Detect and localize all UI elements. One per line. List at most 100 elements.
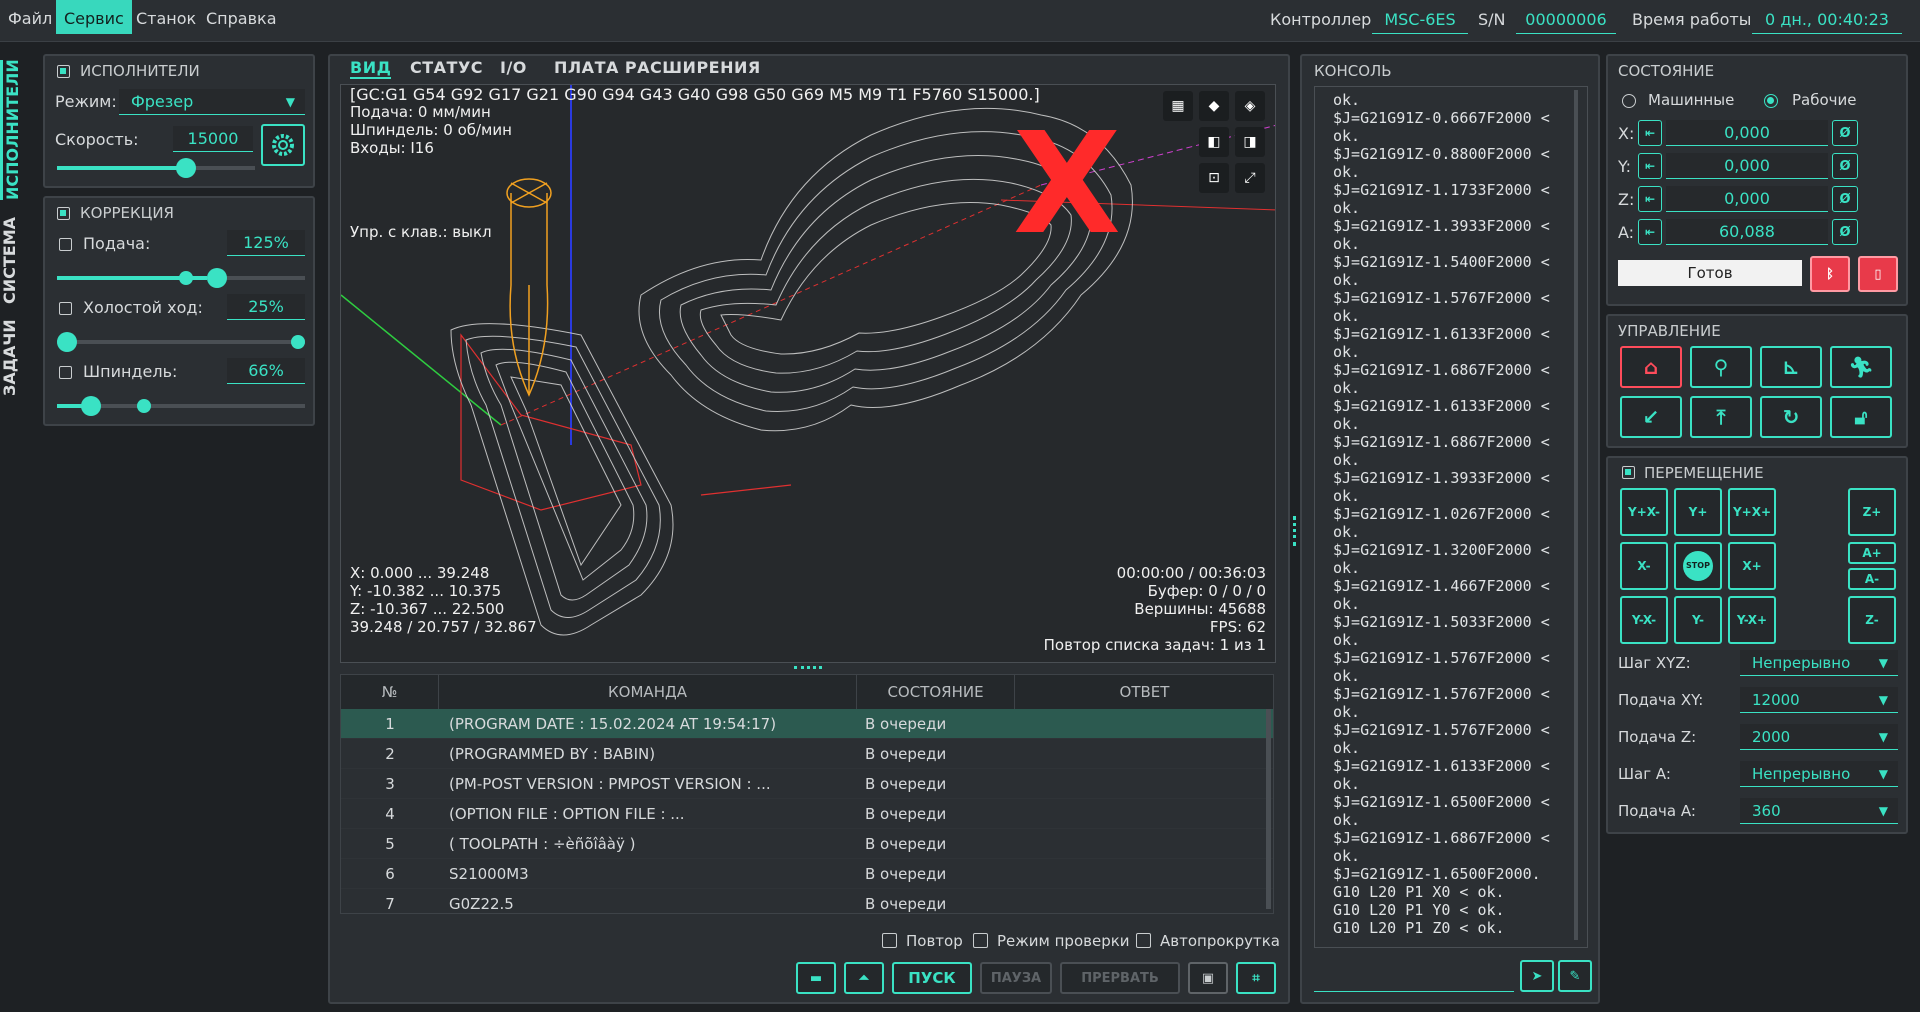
table-row[interactable]: 4 (OPTION FILE : OPTION FILE : ... В очере…: [341, 799, 1273, 829]
menu-service[interactable]: Сервис: [56, 0, 132, 34]
col-number[interactable]: №: [341, 675, 439, 709]
spindle-input[interactable]: 66%: [227, 358, 305, 384]
feed-input[interactable]: 125%: [227, 230, 305, 256]
autoscroll-checkbox[interactable]: [1136, 933, 1151, 948]
jog-x-minus[interactable]: X-: [1620, 542, 1668, 590]
upload-button[interactable]: ⏶: [844, 962, 884, 994]
axis-zero-button[interactable]: Ø: [1832, 153, 1858, 179]
console-scrollbar[interactable]: [1574, 90, 1578, 940]
table-row[interactable]: 3 (PM-POST VERSION : PMPOST VERSION : ...…: [341, 769, 1273, 799]
axis-home-button[interactable]: ⇤: [1638, 120, 1662, 146]
feed-xy-dropdown[interactable]: 12000 ▼: [1740, 687, 1898, 713]
axis-value[interactable]: 0,000: [1666, 153, 1828, 179]
jog-stop-button[interactable]: STOP: [1674, 542, 1722, 590]
cube-top-icon[interactable]: ◆: [1199, 91, 1229, 121]
raise-z-button[interactable]: ⤒: [1690, 396, 1752, 438]
jog-y-minus[interactable]: Y-: [1674, 596, 1722, 644]
jog-y-plus[interactable]: Y+: [1674, 488, 1722, 536]
menu-machine[interactable]: Станок: [128, 0, 204, 34]
axis-zero-button[interactable]: Ø: [1832, 186, 1858, 212]
jog-y-minus-x-minus[interactable]: Y-X-: [1620, 596, 1668, 644]
axis-home-button[interactable]: ⇤: [1638, 186, 1662, 212]
mode-dropdown[interactable]: Фрезер ▼: [119, 89, 305, 115]
col-command[interactable]: КОМАНДА: [439, 675, 857, 709]
speed-settings-button[interactable]: [261, 124, 305, 166]
console-splitter[interactable]: [1293, 516, 1296, 546]
set-zero-button[interactable]: ⊾: [1760, 346, 1822, 388]
send-button[interactable]: ➤: [1520, 960, 1554, 992]
step-xyz-dropdown[interactable]: Непрерывно ▼: [1740, 650, 1898, 676]
check-mode-checkbox[interactable]: [973, 933, 988, 948]
tab-io[interactable]: I/O: [500, 58, 527, 77]
cube-left-icon[interactable]: ◧: [1199, 127, 1229, 157]
jog-y-plus-x-plus[interactable]: Y+X+: [1728, 488, 1776, 536]
step-a-dropdown[interactable]: Непрерывно ▼: [1740, 761, 1898, 787]
cube-right-icon[interactable]: ◨: [1235, 127, 1265, 157]
idle-slider[interactable]: [57, 332, 305, 352]
frame-button[interactable]: ⌗: [1236, 962, 1276, 994]
col-response[interactable]: ОТВЕТ: [1015, 675, 1273, 709]
idle-slider-knob-max[interactable]: [291, 335, 305, 349]
axis-zero-button[interactable]: Ø: [1832, 219, 1858, 245]
executors-checkbox[interactable]: [57, 65, 70, 78]
axis-value[interactable]: 60,088: [1666, 219, 1828, 245]
idle-input[interactable]: 25%: [227, 294, 305, 320]
work-coords-radio[interactable]: [1764, 94, 1778, 108]
side-tab-executors[interactable]: ИСПОЛНИТЕЛИ: [0, 59, 40, 200]
run-button[interactable]: 🏃︎: [1830, 346, 1892, 388]
splitter-handle[interactable]: [794, 666, 822, 669]
unlock-button[interactable]: 🔓︎: [1830, 396, 1892, 438]
table-row[interactable]: 7 G0Z22.5 В очереди: [341, 889, 1273, 913]
axis-home-button[interactable]: ⇤: [1638, 219, 1662, 245]
wallet-button[interactable]: ▣: [1188, 962, 1228, 994]
probe-search-button[interactable]: ⚲: [1690, 346, 1752, 388]
feed-checkbox[interactable]: [59, 238, 72, 251]
jog-z-plus[interactable]: Z+: [1848, 488, 1896, 536]
bluetooth-button[interactable]: ᛒ: [1810, 256, 1850, 292]
jog-y-plus-x-minus[interactable]: Y+X-: [1620, 488, 1668, 536]
speed-slider-knob[interactable]: [175, 158, 196, 178]
start-button[interactable]: ПУСК: [892, 962, 972, 994]
console-input[interactable]: [1314, 962, 1514, 992]
idle-slider-knob[interactable]: [57, 332, 77, 352]
open-file-button[interactable]: ▬: [796, 962, 836, 994]
feed-a-dropdown[interactable]: 360 ▼: [1740, 798, 1898, 824]
jog-a-plus[interactable]: A+: [1848, 542, 1896, 564]
table-row[interactable]: 2 (PROGRAMMED BY : BABIN) В очереди: [341, 739, 1273, 769]
spindle-slider[interactable]: [57, 396, 305, 416]
mobile-button[interactable]: ▯: [1858, 256, 1898, 292]
pause-button[interactable]: ПАУЗА: [980, 962, 1052, 994]
idle-checkbox[interactable]: [59, 302, 72, 315]
feed-slider[interactable]: [57, 268, 305, 288]
feed-slider-knob-min[interactable]: [179, 271, 193, 285]
feed-z-dropdown[interactable]: 2000 ▼: [1740, 724, 1898, 750]
console-log[interactable]: ok. $J=G21G91Z-0.6667F2000 < ok. $J=G21G91Z…: [1314, 86, 1588, 948]
spindle-slider-knob[interactable]: [81, 396, 101, 416]
feed-slider-knob[interactable]: [207, 268, 227, 288]
clear-button[interactable]: ✎: [1558, 960, 1592, 992]
abort-button[interactable]: ПРЕРВАТЬ: [1060, 962, 1180, 994]
movement-checkbox[interactable]: [1622, 466, 1635, 479]
correction-checkbox[interactable]: [57, 207, 70, 220]
go-zero-button[interactable]: ↙: [1620, 396, 1682, 438]
jog-y-minus-x-plus[interactable]: Y-X+: [1728, 596, 1776, 644]
side-tab-system[interactable]: СИСТЕМА: [0, 210, 40, 310]
grid-view-icon[interactable]: ▦: [1163, 91, 1193, 121]
speed-input[interactable]: 15000: [173, 126, 253, 152]
axis-home-button[interactable]: ⇤: [1638, 153, 1662, 179]
reset-button[interactable]: ↻: [1760, 396, 1822, 438]
menu-file[interactable]: Файл: [0, 0, 60, 34]
col-state[interactable]: СОСТОЯНИЕ: [857, 675, 1015, 709]
fit-view-icon[interactable]: ⤢: [1235, 163, 1265, 193]
machine-coords-radio[interactable]: [1622, 94, 1636, 108]
cube-front-icon[interactable]: ◈: [1235, 91, 1265, 121]
jog-x-plus[interactable]: X+: [1728, 542, 1776, 590]
axis-value[interactable]: 0,000: [1666, 186, 1828, 212]
tab-view[interactable]: ВИД: [350, 58, 392, 79]
table-scrollbar[interactable]: [1266, 709, 1271, 909]
repeat-checkbox[interactable]: [882, 933, 897, 948]
jog-a-minus[interactable]: A-: [1848, 568, 1896, 590]
axis-value[interactable]: 0,000: [1666, 120, 1828, 146]
focus-icon[interactable]: ⊡: [1199, 163, 1229, 193]
jog-z-minus[interactable]: Z-: [1848, 596, 1896, 644]
